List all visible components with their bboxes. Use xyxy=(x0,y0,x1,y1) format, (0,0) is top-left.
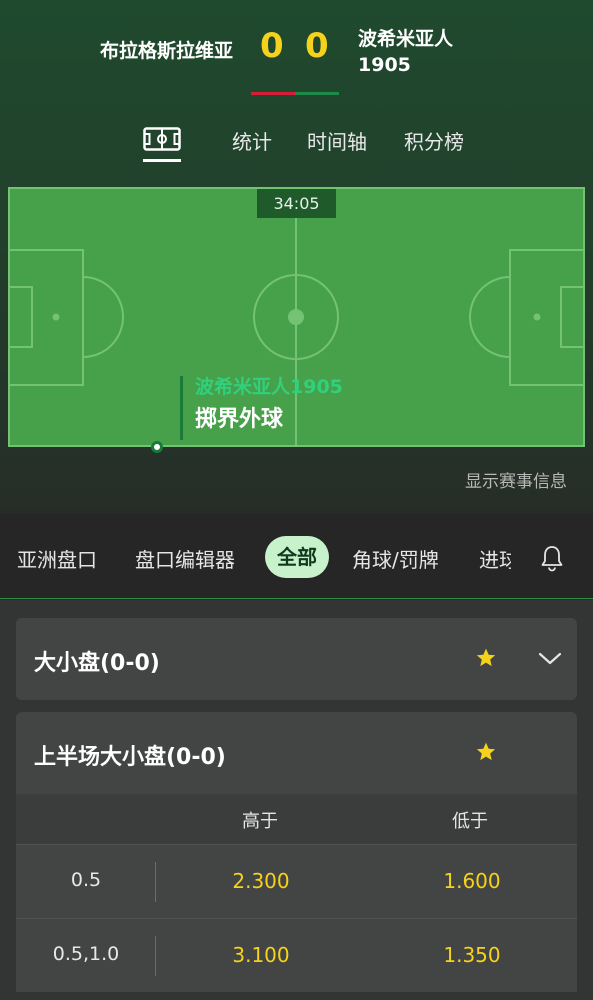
row-divider xyxy=(155,862,156,902)
away-team-name: 波希米亚人 1905 xyxy=(358,26,508,78)
filter-corners-cards[interactable]: 角球/罚牌 xyxy=(352,544,439,573)
match-header: 布拉格斯拉维亚 0 0 波希米亚人 1905 统计 时间轴 积分榜 34:05 … xyxy=(0,0,593,514)
pitch-icon xyxy=(143,127,181,151)
odds-row: 0.5 2.300 1.600 xyxy=(16,844,577,918)
event-action: 掷界外球 xyxy=(195,407,284,432)
tab-stats[interactable]: 统计 xyxy=(232,126,272,155)
odds-header: 高于 低于 xyxy=(16,794,577,844)
odds-under[interactable]: 1.600 xyxy=(412,869,532,893)
market-card[interactable]: 大小盘(0-0) xyxy=(16,618,577,700)
odds-under[interactable]: 1.350 xyxy=(412,943,532,967)
column-under: 低于 xyxy=(452,811,488,832)
match-clock: 34:05 xyxy=(257,189,336,218)
away-team-name-line1: 波希米亚人 xyxy=(358,28,454,50)
away-color-bar xyxy=(295,92,339,95)
home-team-name: 布拉格斯拉维亚 xyxy=(99,40,233,62)
event-team: 波希米亚人1905 xyxy=(195,376,343,398)
row-divider xyxy=(155,936,156,976)
column-over: 高于 xyxy=(242,811,278,832)
away-score: 0 xyxy=(305,26,329,66)
team-color-bar xyxy=(251,92,339,95)
match-tabs: 统计 时间轴 积分榜 xyxy=(0,120,593,164)
home-color-bar xyxy=(251,92,295,95)
home-score: 0 xyxy=(260,26,284,66)
filter-goals[interactable]: 进球 xyxy=(479,544,511,573)
filter-asian-handicap[interactable]: 亚洲盘口 xyxy=(17,544,97,573)
line-value: 0.5,1.0 xyxy=(52,943,120,965)
tab-standings[interactable]: 积分榜 xyxy=(404,126,464,155)
market-title: 上半场大小盘(0-0) xyxy=(34,745,226,770)
bell-icon[interactable] xyxy=(540,544,564,572)
show-match-info-link[interactable]: 显示赛事信息 xyxy=(465,467,567,492)
away-team-name-line2: 1905 xyxy=(358,54,411,76)
odds-over[interactable]: 2.300 xyxy=(201,869,321,893)
odds-row: 0.5,1.0 3.100 1.350 xyxy=(16,918,577,992)
markets-list: 大小盘(0-0) 上半场大小盘(0-0) 高于 低于 0.5 2.300 1.6… xyxy=(0,600,593,1000)
tab-timeline[interactable]: 时间轴 xyxy=(307,126,367,155)
star-icon[interactable] xyxy=(475,647,497,669)
star-icon[interactable] xyxy=(475,741,497,763)
ball-position-marker xyxy=(151,441,163,453)
odds-over[interactable]: 3.100 xyxy=(201,943,321,967)
tab-pitch[interactable] xyxy=(143,127,181,163)
active-tab-underline xyxy=(143,159,181,162)
live-event: 波希米亚人1905 掷界外球 xyxy=(180,376,343,440)
line-value: 0.5 xyxy=(70,869,102,891)
market-filter-bar: 亚洲盘口 盘口编辑器 全部 角球/罚牌 进球 xyxy=(0,514,593,599)
filter-market-editor[interactable]: 盘口编辑器 xyxy=(135,544,235,573)
chevron-down-icon[interactable] xyxy=(538,652,562,666)
market-title: 大小盘(0-0) xyxy=(34,651,160,676)
market-card: 上半场大小盘(0-0) 高于 低于 0.5 2.300 1.600 0.5,1.… xyxy=(16,712,577,992)
filter-all[interactable]: 全部 xyxy=(265,536,329,578)
